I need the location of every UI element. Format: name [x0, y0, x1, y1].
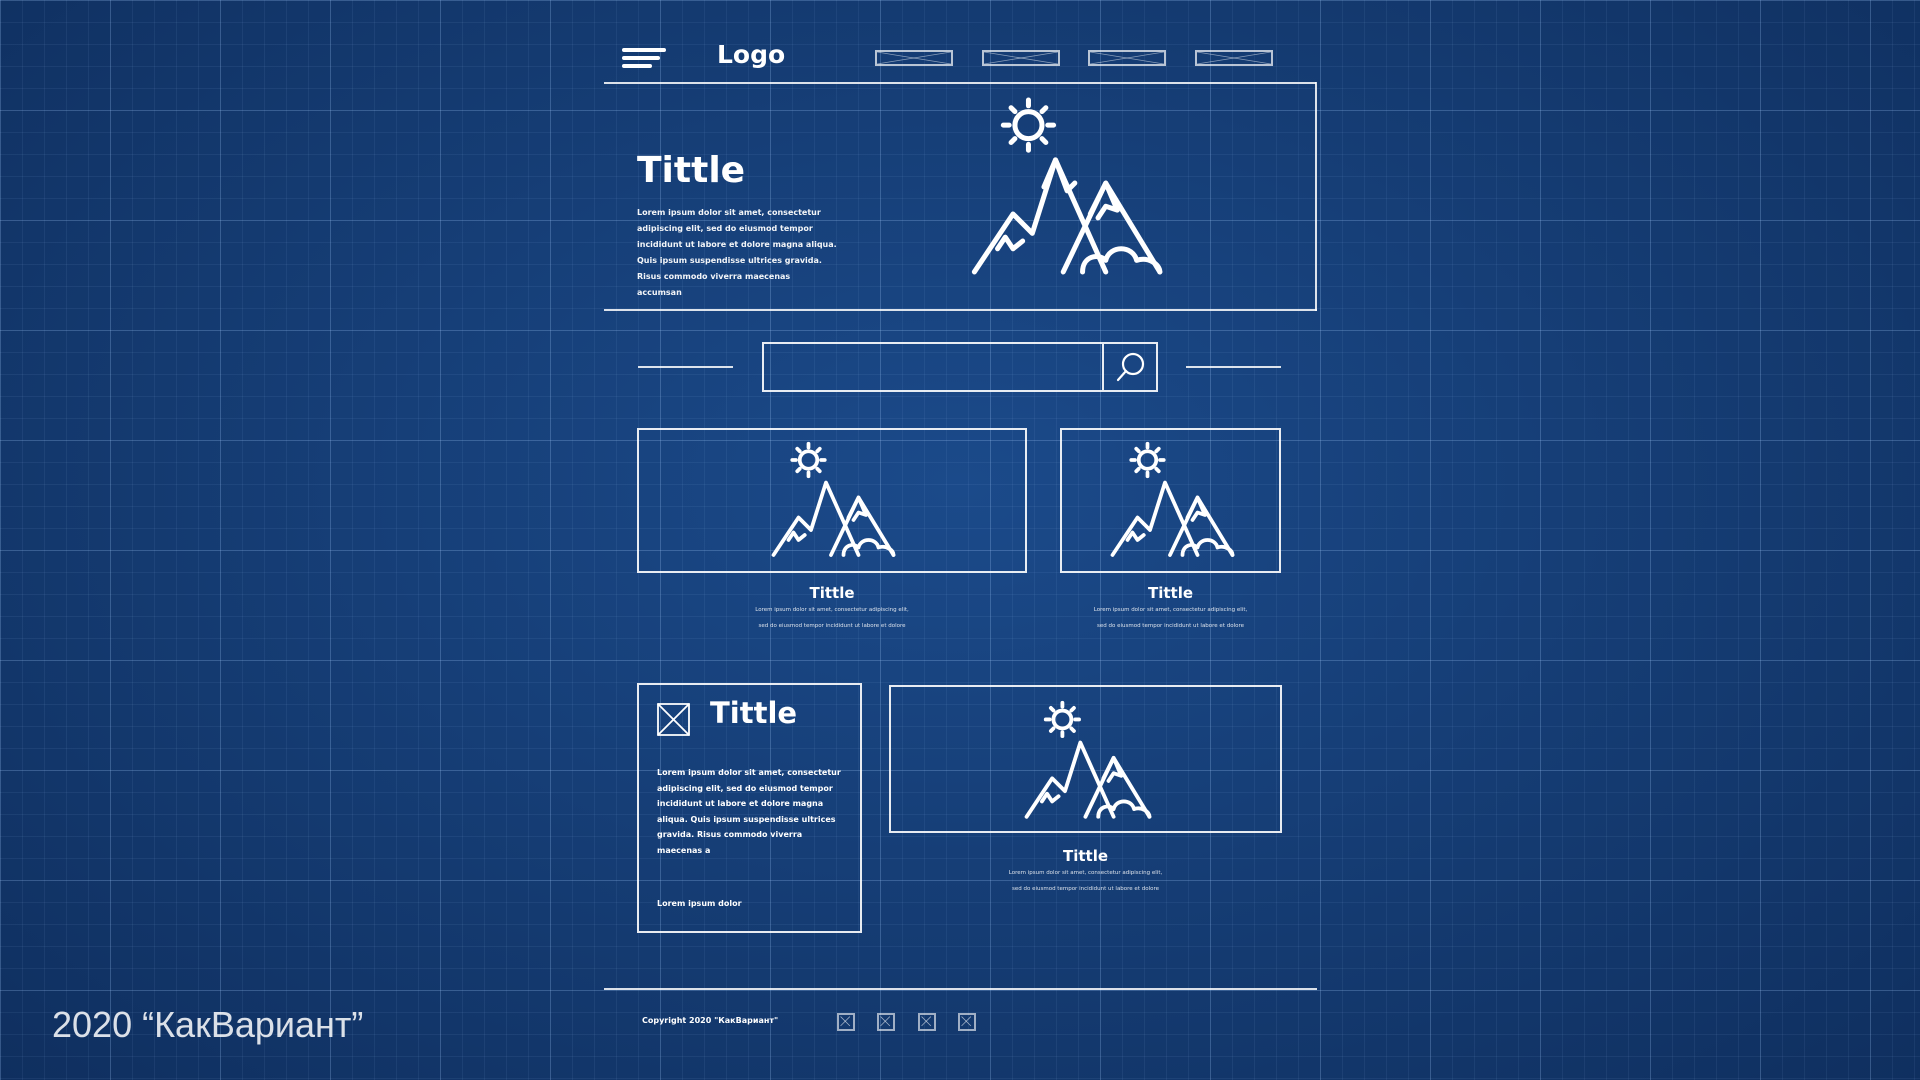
feature-card-text-line1: Lorem ipsum dolor sit amet, consectetur …	[1008, 870, 1163, 876]
side-card-text: Lorem ipsum dolor sit amet, consectetur …	[657, 768, 841, 855]
social-icon-4-glyph	[961, 1016, 972, 1027]
card-1-text-line1: Lorem ipsum dolor sit amet, consectetur …	[755, 607, 909, 613]
card-1-title: Tittle	[809, 584, 855, 602]
footer-divider	[604, 988, 1317, 990]
side-card-title: Tittle	[710, 696, 798, 730]
side-card-footer-text: Lorem ipsum dolor	[657, 899, 742, 908]
hero-right-border	[1315, 82, 1317, 311]
nav-item-3[interactable]	[1088, 50, 1166, 66]
watermark: 2020 “КакВариант”	[52, 1004, 364, 1045]
social-icon-1-glyph	[840, 1016, 851, 1027]
social-icon-4[interactable]	[958, 1013, 976, 1031]
divider-left	[638, 366, 733, 368]
nav-item-1[interactable]	[875, 50, 953, 66]
image-placeholder-icon	[657, 703, 690, 736]
menu-icon[interactable]	[622, 48, 666, 74]
copyright-text: Copyright 2020 "КакВариант"	[642, 1016, 779, 1025]
card-2-image[interactable]	[1060, 428, 1281, 573]
social-icon-2[interactable]	[877, 1013, 895, 1031]
social-icon-3-glyph	[921, 1016, 932, 1027]
hero-text: Lorem ipsum dolor sit amet, consectetur …	[637, 208, 837, 297]
hero-title: Tittle	[637, 150, 746, 191]
feature-card-text-line2: sed do eiusmod tempor incididunt ut labo…	[1011, 886, 1159, 892]
divider-right	[1186, 366, 1281, 368]
nav-item-4[interactable]	[1195, 50, 1273, 66]
search-icon	[1116, 352, 1145, 382]
social-icon-1[interactable]	[837, 1013, 855, 1031]
card-2-title: Tittle	[1147, 584, 1194, 602]
card-1-image[interactable]	[637, 428, 1027, 573]
search-button[interactable]	[1104, 344, 1156, 390]
logo[interactable]: Logo	[717, 40, 785, 69]
nav-item-2[interactable]	[982, 50, 1060, 66]
card-2-text-line1: Lorem ipsum dolor sit amet, consectetur …	[1093, 607, 1248, 613]
social-icon-2-glyph	[880, 1016, 891, 1027]
search-bar	[762, 342, 1158, 392]
mountain-sun-icon	[1110, 441, 1235, 557]
social-icon-3[interactable]	[918, 1013, 936, 1031]
card-1-text-line2: sed do eiusmod tempor incididunt ut labo…	[758, 623, 906, 629]
hero-top-border	[604, 82, 1316, 84]
mountain-sun-icon	[1024, 700, 1152, 819]
card-2-text-line2: sed do eiusmod tempor incididunt ut labo…	[1096, 623, 1244, 629]
mountain-sun-icon	[971, 97, 1163, 275]
hero-bottom-border	[604, 309, 1317, 311]
feature-card-image[interactable]	[889, 685, 1282, 833]
search-input[interactable]	[764, 344, 1104, 390]
feature-card-title: Tittle	[1062, 847, 1109, 865]
mountain-sun-icon	[771, 441, 896, 557]
